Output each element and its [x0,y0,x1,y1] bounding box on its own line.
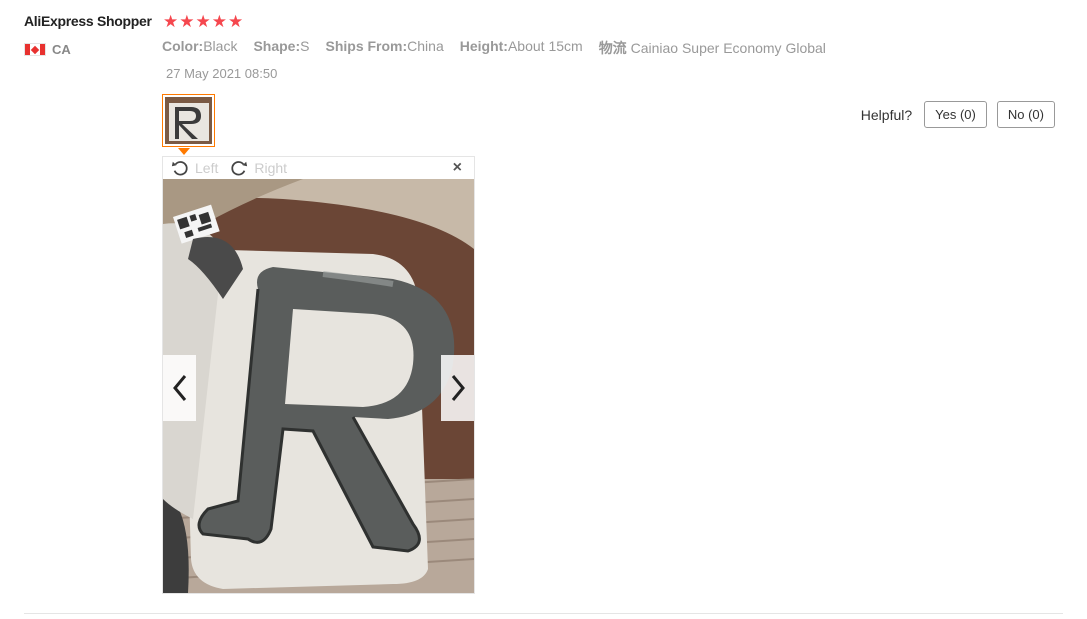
star-icon: ★ [179,12,195,31]
chevron-right-icon [451,375,465,401]
property-logistics: 物流 Cainiao Super Economy Global [598,40,826,56]
rotate-left-icon [171,161,188,176]
thumbnail-image [165,97,212,144]
helpful-label: Helpful? [860,106,913,123]
review-photo-thumbnail[interactable] [162,94,215,147]
star-icon: ★ [195,12,211,31]
helpful-yes-button[interactable]: Yes (0) [924,101,987,128]
star-rating: ★ ★ ★ ★ ★ [163,12,243,32]
review-date: 27 May 2021 08:50 [166,66,278,81]
thumbnail-pointer [178,148,190,155]
review-divider [24,613,1063,614]
previous-photo-button[interactable] [163,355,196,421]
review-photo-image [163,179,474,593]
chevron-left-icon [172,375,186,401]
star-icon: ★ [163,12,179,31]
country-code: CA [52,42,71,57]
property-ships-from: Ships From:China [325,38,444,54]
rotate-left-button[interactable]: Left [171,159,218,177]
review-photo [163,179,474,593]
rotate-left-label: Left [195,160,219,176]
rotate-right-icon [231,161,248,176]
photo-viewer: Left Right × [162,156,475,594]
helpful-section: Helpful? Yes (0) No (0) [861,101,1055,128]
property-shape: Shape:S [253,38,310,54]
next-photo-button[interactable] [441,355,474,421]
viewer-toolbar: Left Right × [163,157,474,179]
review-item: AliExpress Shopper CA ★ ★ ★ ★ ★ Color:Bl… [0,0,1087,619]
close-icon[interactable]: × [453,159,462,177]
property-color: Color:Black [162,38,238,54]
canada-flag-icon [24,43,46,56]
helpful-no-button[interactable]: No (0) [996,101,1055,128]
star-icon: ★ [211,12,227,31]
reviewer-name: AliExpress Shopper [24,13,152,29]
rotate-right-button[interactable]: Right [230,159,287,177]
rotate-right-label: Right [254,160,288,176]
star-icon: ★ [228,12,244,31]
reviewer-country: CA [24,42,71,57]
order-properties: Color:Black Shape:S Ships From:China Hei… [162,38,826,58]
property-height: Height:About 15cm [459,38,583,54]
